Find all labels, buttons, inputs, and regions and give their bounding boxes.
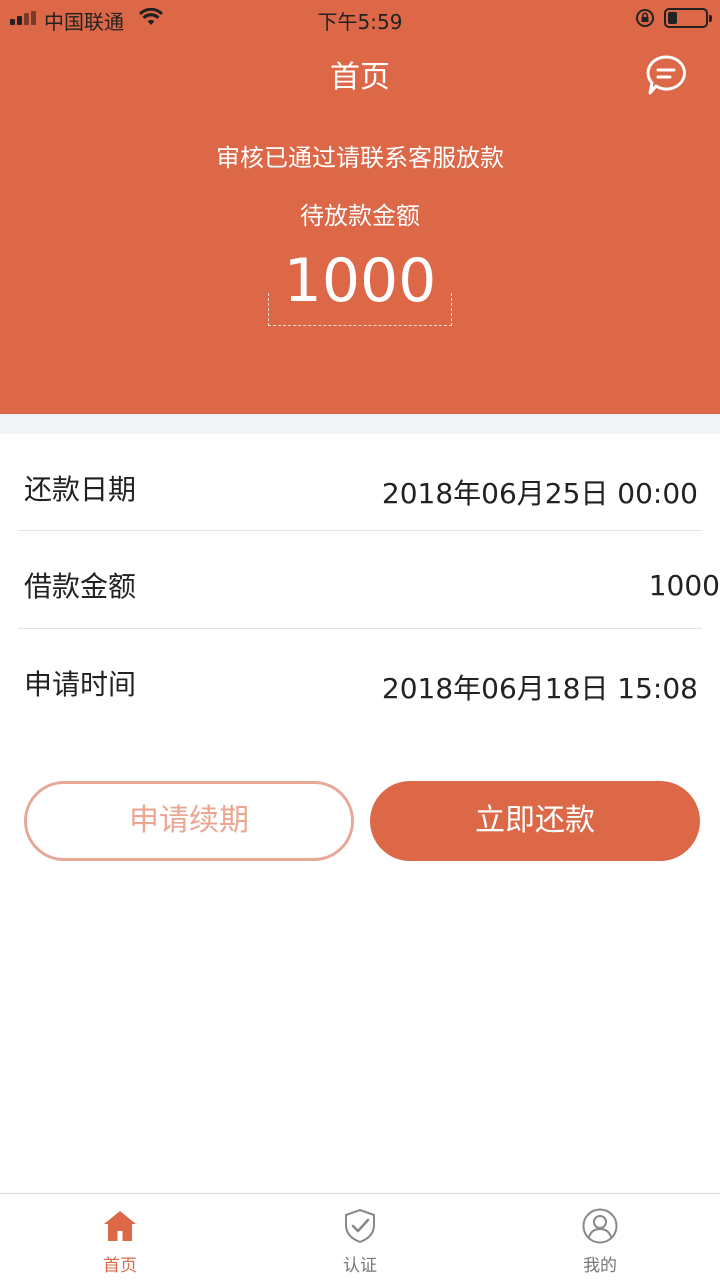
renew-button[interactable]: 申请续期 xyxy=(24,781,354,861)
tab-verify[interactable]: 认证 xyxy=(240,1194,480,1280)
pending-amount-label: 待放款金额 xyxy=(300,202,420,230)
approval-status-text: 审核已通过请联系客服放款 xyxy=(216,144,504,172)
section-separator xyxy=(0,414,720,434)
tab-mine[interactable]: 我的 xyxy=(480,1194,720,1280)
detail-value: 1000 xyxy=(648,569,720,602)
tab-label: 我的 xyxy=(583,1256,617,1276)
tab-bar: 首页 认证 我的 xyxy=(0,1193,720,1280)
tab-home[interactable]: 首页 xyxy=(0,1194,240,1280)
pending-amount-value: 1000 xyxy=(283,246,437,316)
repay-now-button[interactable]: 立即还款 xyxy=(370,781,700,861)
shield-check-icon xyxy=(345,1208,375,1244)
tab-label: 认证 xyxy=(343,1256,377,1276)
rotation-lock-icon xyxy=(636,9,654,27)
status-time: 下午5:59 xyxy=(317,10,403,34)
page-title: 首页 xyxy=(330,60,390,95)
tab-label: 首页 xyxy=(103,1256,137,1276)
detail-value: 2018年06月18日 15:08 xyxy=(381,672,698,705)
detail-row-apply-time: 申请时间 2018年06月18日 15:08 xyxy=(0,629,720,725)
detail-label: 还款日期 xyxy=(24,473,137,506)
chat-bubble-icon[interactable] xyxy=(644,53,688,97)
detail-label: 申请时间 xyxy=(24,668,137,701)
detail-label: 借款金额 xyxy=(24,570,137,603)
detail-value: 2018年06月25日 00:00 xyxy=(381,477,698,510)
status-bar: 中国联通 下午5:59 xyxy=(0,0,720,40)
detail-row-loan-amount: 借款金额 1000 xyxy=(0,531,720,627)
battery-icon xyxy=(664,8,712,28)
detail-row-repay-date: 还款日期 2018年06月25日 00:00 xyxy=(0,434,720,530)
home-icon xyxy=(104,1211,136,1241)
user-icon xyxy=(582,1208,618,1244)
header-panel: 中国联通 下午5:59 首页 审核已通过请联系客服放款 待放款金额 1000 xyxy=(0,0,720,414)
